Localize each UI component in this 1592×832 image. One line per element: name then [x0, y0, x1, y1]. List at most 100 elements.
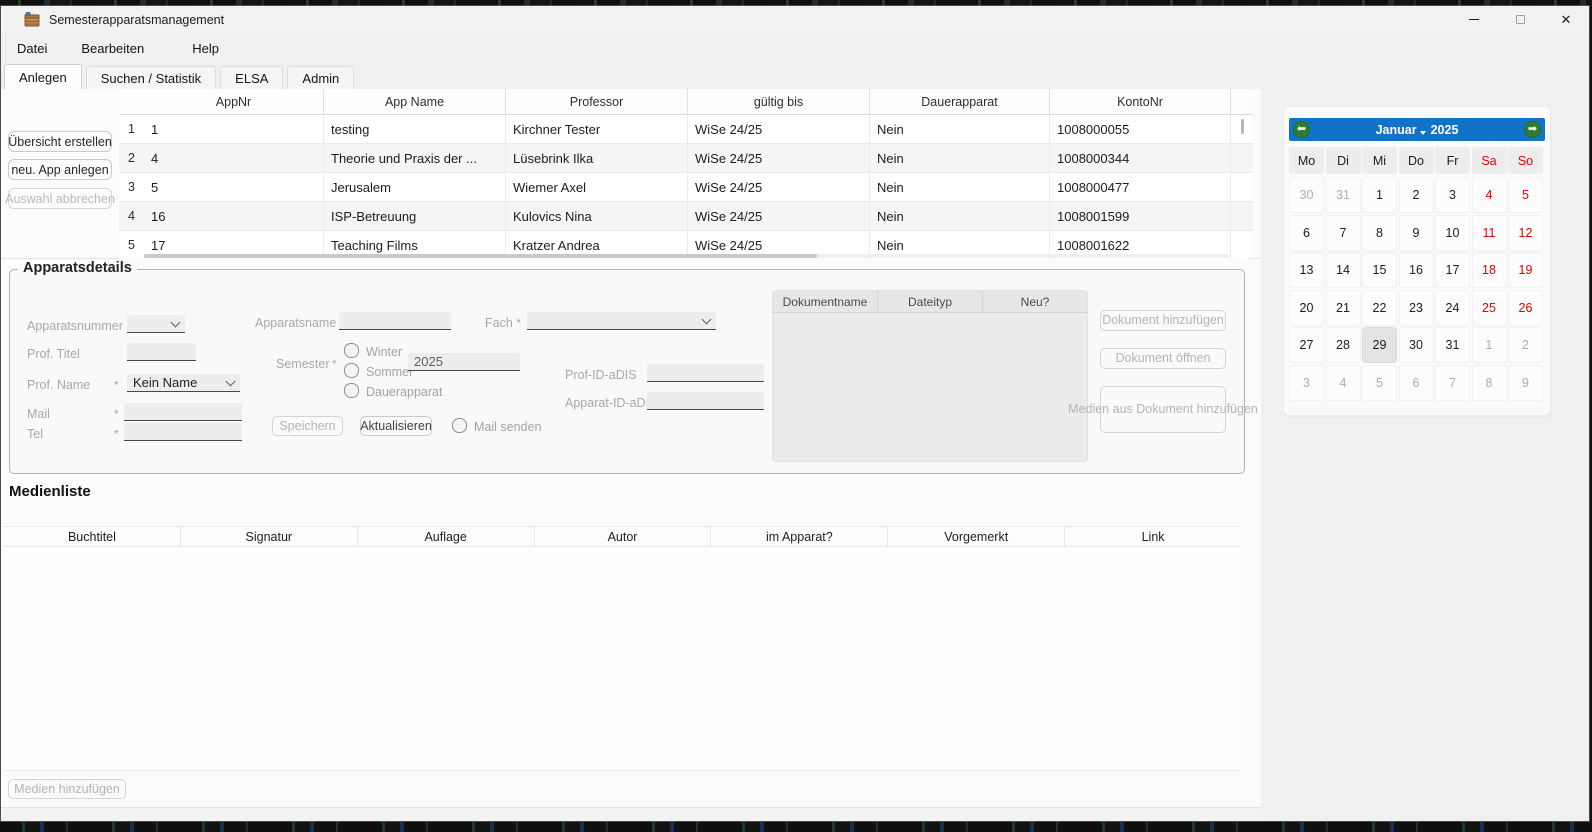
table-cell[interactable]: Nein: [870, 115, 1050, 143]
calendar-day[interactable]: 30: [1399, 327, 1434, 363]
calendar-day[interactable]: 5: [1362, 365, 1397, 401]
apparatsnummer-combobox[interactable]: [127, 315, 185, 333]
table-cell[interactable]: WiSe 24/25: [688, 173, 870, 201]
prof-titel-input[interactable]: [127, 343, 196, 361]
table-row[interactable]: 416ISP-BetreuungKulovics NinaWiSe 24/25N…: [119, 202, 1253, 231]
calendar-title[interactable]: Januar 2025: [1310, 123, 1524, 137]
media-column-auflage[interactable]: Auflage: [358, 527, 535, 546]
table-row[interactable]: 35JerusalemWiemer AxelWiSe 24/25Nein1008…: [119, 173, 1253, 202]
speichern-button[interactable]: Speichern: [272, 416, 343, 436]
column-header-app-name[interactable]: App Name: [324, 89, 506, 114]
table-cell[interactable]: 1008000344: [1050, 144, 1231, 172]
aktualisieren-button[interactable]: Aktualisieren: [360, 416, 432, 436]
horizontal-scrollbar[interactable]: [144, 254, 1229, 258]
calendar-day[interactable]: 8: [1362, 215, 1397, 251]
calendar-day[interactable]: 6: [1399, 365, 1434, 401]
table-cell[interactable]: Kulovics Nina: [506, 202, 688, 230]
calendar-day[interactable]: 14: [1326, 252, 1361, 288]
dauerapparat-radio[interactable]: [344, 383, 359, 398]
table-cell[interactable]: Nein: [870, 202, 1050, 230]
calendar-day[interactable]: 31: [1435, 327, 1470, 363]
calendar-day[interactable]: 9: [1399, 215, 1434, 251]
menu-bearbeiten[interactable]: Bearbeiten: [69, 37, 156, 60]
auswahl-abbrechen-button[interactable]: Auswahl abbrechen: [8, 188, 112, 209]
tel-input[interactable]: [124, 423, 242, 441]
table-cell[interactable]: Lüsebrink Ilka: [506, 144, 688, 172]
table-cell[interactable]: Nein: [870, 144, 1050, 172]
close-button[interactable]: ✕: [1543, 6, 1589, 33]
table-cell[interactable]: testing: [324, 115, 506, 143]
calendar-day[interactable]: 27: [1289, 327, 1324, 363]
uebersicht-erstellen-button[interactable]: Übersicht erstellen: [8, 131, 112, 152]
calendar-day[interactable]: 4: [1472, 177, 1507, 213]
calendar-day[interactable]: 7: [1435, 365, 1470, 401]
horizontal-scrollbar-thumb[interactable]: [144, 254, 817, 258]
tab-suchen-statistik[interactable]: Suchen / Statistik: [86, 66, 216, 89]
table-cell[interactable]: Jerusalem: [324, 173, 506, 201]
calendar-day[interactable]: 6: [1289, 215, 1324, 251]
calendar-day[interactable]: 10: [1435, 215, 1470, 251]
calendar-day[interactable]: 1: [1472, 327, 1507, 363]
media-column-signatur[interactable]: Signatur: [181, 527, 358, 546]
media-column-autor[interactable]: Autor: [535, 527, 712, 546]
prof-name-combobox[interactable]: Kein Name: [127, 374, 240, 392]
medien-hinzufuegen-button[interactable]: Medien hinzufügen: [8, 779, 126, 799]
menu-help[interactable]: Help: [180, 37, 231, 60]
maximize-button[interactable]: [1497, 6, 1543, 33]
tab-admin[interactable]: Admin: [287, 66, 354, 89]
table-cell[interactable]: 1008000055: [1050, 115, 1231, 143]
calendar-day[interactable]: 3: [1435, 177, 1470, 213]
column-header-appnr[interactable]: AppNr: [144, 89, 324, 114]
semester-jahr-input[interactable]: 2025: [408, 353, 520, 371]
tab-anlegen[interactable]: Anlegen: [4, 64, 82, 89]
mail-senden-checkbox[interactable]: [452, 418, 467, 433]
calendar-day[interactable]: 31: [1326, 177, 1361, 213]
table-cell[interactable]: 1008001599: [1050, 202, 1231, 230]
vertical-scrollbar[interactable]: [1241, 119, 1244, 134]
calendar-day[interactable]: 5: [1508, 177, 1543, 213]
prof-id-adis-input[interactable]: [647, 364, 764, 382]
calendar-day[interactable]: 30: [1289, 177, 1324, 213]
calendar-day[interactable]: 17: [1435, 252, 1470, 288]
minimize-button[interactable]: [1451, 6, 1497, 33]
table-row[interactable]: 11testingKirchner TesterWiSe 24/25Nein10…: [119, 115, 1253, 144]
calendar-day[interactable]: 7: [1326, 215, 1361, 251]
prev-month-button[interactable]: ⬅: [1293, 121, 1310, 138]
calendar-day[interactable]: 22: [1362, 290, 1397, 326]
apparatsname-input[interactable]: [339, 312, 451, 330]
doc-column-neu-[interactable]: Neu?: [983, 291, 1087, 312]
table-cell[interactable]: WiSe 24/25: [688, 202, 870, 230]
calendar-day[interactable]: 8: [1472, 365, 1507, 401]
calendar-day[interactable]: 26: [1508, 290, 1543, 326]
table-cell[interactable]: Nein: [870, 173, 1050, 201]
calendar-day[interactable]: 29: [1362, 327, 1397, 363]
calendar-day[interactable]: 28: [1326, 327, 1361, 363]
mail-input[interactable]: [124, 403, 242, 421]
calendar-day[interactable]: 21: [1326, 290, 1361, 326]
column-header-dauerapparat[interactable]: Dauerapparat: [870, 89, 1050, 114]
table-row[interactable]: 24Theorie und Praxis der ...Lüsebrink Il…: [119, 144, 1253, 173]
media-column-im-apparat-[interactable]: im Apparat?: [711, 527, 888, 546]
dokument-hinzufuegen-button[interactable]: Dokument hinzufügen: [1100, 310, 1226, 331]
next-month-button[interactable]: ➡: [1524, 121, 1541, 138]
media-column-link[interactable]: Link: [1065, 527, 1241, 546]
column-header-g-ltig-bis[interactable]: gültig bis: [688, 89, 870, 114]
apparat-id-adis-input[interactable]: [647, 392, 764, 410]
fach-combobox[interactable]: [527, 312, 716, 330]
sommer-radio[interactable]: [344, 363, 359, 378]
table-cell[interactable]: Theorie und Praxis der ...: [324, 144, 506, 172]
calendar-day[interactable]: 18: [1472, 252, 1507, 288]
table-cell[interactable]: 1: [144, 115, 324, 143]
column-header-kontonr[interactable]: KontoNr: [1050, 89, 1231, 114]
table-cell[interactable]: ISP-Betreuung: [324, 202, 506, 230]
table-cell[interactable]: 5: [144, 173, 324, 201]
calendar-day[interactable]: 24: [1435, 290, 1470, 326]
neue-app-anlegen-button[interactable]: neu. App anlegen: [8, 159, 112, 180]
calendar-day[interactable]: 19: [1508, 252, 1543, 288]
calendar-day[interactable]: 3: [1289, 365, 1324, 401]
doc-column-dateityp[interactable]: Dateityp: [878, 291, 983, 312]
calendar-day[interactable]: 12: [1508, 215, 1543, 251]
calendar-day[interactable]: 9: [1508, 365, 1543, 401]
calendar-day[interactable]: 13: [1289, 252, 1324, 288]
calendar-day[interactable]: 16: [1399, 252, 1434, 288]
